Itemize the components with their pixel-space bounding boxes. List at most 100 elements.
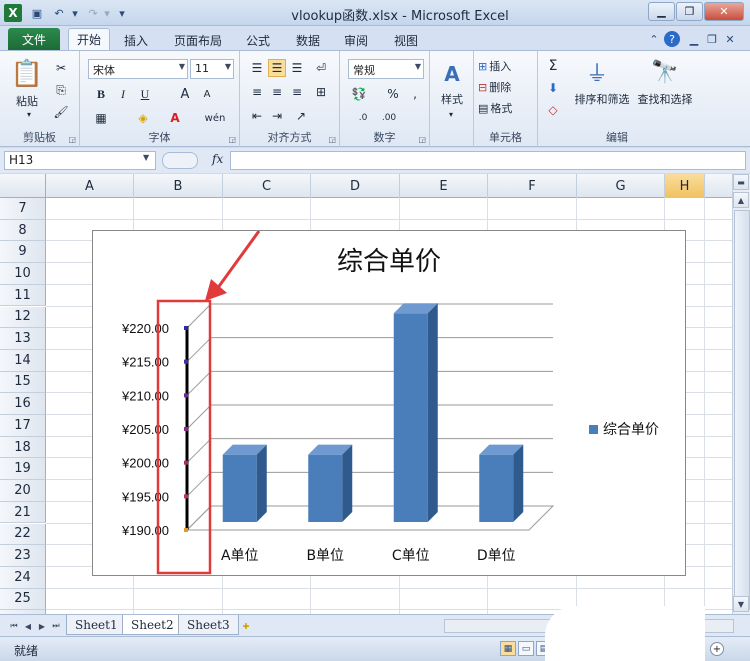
align-bottom-icon[interactable]: ☰ xyxy=(288,59,306,77)
font-name-combo[interactable]: 宋体 ▼ xyxy=(88,59,188,79)
tab-review[interactable]: 审阅 xyxy=(336,30,376,50)
paste-dropdown-icon[interactable]: ▾ xyxy=(24,109,34,119)
insert-cells-button[interactable]: ⊞ 插入 xyxy=(478,57,534,75)
sheet-tab-sheet2[interactable]: Sheet2 xyxy=(122,615,183,635)
format-cells-button[interactable]: ▤ 格式 xyxy=(478,99,534,117)
column-header-f[interactable]: F xyxy=(488,174,577,198)
row-header-22[interactable]: 22 xyxy=(0,523,46,546)
vertical-scroll-thumb[interactable] xyxy=(734,210,750,610)
insert-sheet-icon[interactable]: ✚ xyxy=(238,619,254,633)
clear-icon[interactable]: ◇ xyxy=(544,101,562,119)
font-launcher-icon[interactable]: ◲ xyxy=(228,135,236,144)
column-header-b[interactable]: B xyxy=(134,174,223,198)
align-right-icon[interactable]: ≡ xyxy=(288,83,306,101)
scroll-up-icon[interactable]: ▲ xyxy=(733,192,749,208)
select-all-corner[interactable] xyxy=(0,174,46,198)
worksheet-grid[interactable]: ABCDEFGH 7 8 9 10 11 12 13 14 15 16 17 18 19 20 21 22 23… xyxy=(0,174,732,614)
name-box[interactable]: H13 xyxy=(4,151,156,170)
fill-icon[interactable]: ⬇ xyxy=(544,79,562,97)
undo-dropdown-icon[interactable]: ▾ xyxy=(70,4,80,22)
row-header-13[interactable]: 13 xyxy=(0,328,46,350)
row-header-12[interactable]: 12 xyxy=(0,306,46,329)
row-header-19[interactable]: 19 xyxy=(0,458,46,481)
row-header-23[interactable]: 23 xyxy=(0,545,46,567)
increase-decimal-icon[interactable]: .0 xyxy=(354,109,372,127)
align-left-icon[interactable]: ≡ xyxy=(248,83,266,101)
comma-button[interactable]: , xyxy=(406,85,424,103)
wrap-text-icon[interactable]: ⏎ xyxy=(312,59,330,77)
column-header-a[interactable]: A xyxy=(46,174,134,198)
decrease-decimal-icon[interactable]: .00 xyxy=(380,109,398,127)
styles-icon[interactable]: A xyxy=(438,59,466,89)
doc-close-icon[interactable]: ✕ xyxy=(722,31,738,47)
formula-splitter[interactable] xyxy=(162,152,198,169)
row-header-21[interactable]: 21 xyxy=(0,501,46,524)
sort-filter-icon[interactable]: ⏚ xyxy=(582,57,612,87)
styles-button-label[interactable]: 样式 xyxy=(432,91,472,107)
close-button[interactable]: ✕ xyxy=(704,2,744,21)
doc-restore-icon[interactable]: ❐ xyxy=(704,31,720,47)
grow-font-button[interactable]: A xyxy=(176,85,194,103)
restore-button[interactable]: ❐ xyxy=(676,2,703,21)
align-center-icon[interactable]: ≡ xyxy=(268,83,286,101)
page-layout-view-icon[interactable]: ▭ xyxy=(518,641,534,656)
row-header-25[interactable]: 25 xyxy=(0,588,46,611)
row-header-15[interactable]: 15 xyxy=(0,371,46,394)
redo-icon[interactable]: ↷ xyxy=(84,4,102,22)
delete-cells-button[interactable]: ⊟ 删除 xyxy=(478,78,534,96)
last-sheet-icon[interactable]: ⏭ xyxy=(50,619,62,633)
row-header-14[interactable]: 14 xyxy=(0,349,46,372)
underline-button[interactable]: U xyxy=(136,85,154,103)
tab-insert[interactable]: 插入 xyxy=(116,30,156,50)
scroll-down-icon[interactable]: ▼ xyxy=(733,596,749,612)
tab-home[interactable]: 开始 xyxy=(68,28,111,51)
align-top-icon[interactable]: ☰ xyxy=(248,59,266,77)
clipboard-launcher-icon[interactable]: ◲ xyxy=(68,135,76,144)
sheet-tab-sheet3[interactable]: Sheet3 xyxy=(178,615,239,635)
border-icon[interactable]: ▦ xyxy=(92,109,110,127)
row-header-24[interactable]: 24 xyxy=(0,566,46,589)
autosum-button[interactable]: Σ xyxy=(544,57,562,75)
paste-button-label[interactable]: 粘贴 xyxy=(10,93,44,109)
row-header-7[interactable]: 7 xyxy=(0,198,46,220)
binoculars-icon[interactable]: 🔭 xyxy=(650,57,680,87)
number-format-combo[interactable]: 常规 ▼ xyxy=(348,59,424,79)
sort-filter-button[interactable]: 排序和筛选 xyxy=(570,91,634,107)
copy-icon[interactable]: ⎘ xyxy=(52,81,70,99)
cut-icon[interactable]: ✂ xyxy=(52,59,70,77)
save-icon[interactable]: ▣ xyxy=(28,4,46,22)
font-size-combo[interactable]: 11 ▼ xyxy=(190,59,234,79)
doc-minimize-icon[interactable]: ▁ xyxy=(686,31,702,47)
undo-icon[interactable]: ↶ xyxy=(50,4,68,22)
percent-button[interactable]: % xyxy=(384,85,402,103)
sheet-tab-sheet1[interactable]: Sheet1 xyxy=(66,615,127,635)
prev-sheet-icon[interactable]: ◀ xyxy=(22,619,34,633)
zoom-in-button[interactable]: + xyxy=(710,642,724,656)
column-header-c[interactable]: C xyxy=(223,174,311,198)
italic-button[interactable]: I xyxy=(114,85,132,103)
column-header-e[interactable]: E xyxy=(400,174,488,198)
column-header-g[interactable]: G xyxy=(577,174,665,198)
merge-center-icon[interactable]: ⊞ xyxy=(312,83,330,101)
increase-indent-icon[interactable]: ⇥ xyxy=(268,107,286,125)
formula-input[interactable] xyxy=(230,151,746,170)
normal-view-icon[interactable]: ▦ xyxy=(500,641,516,656)
tab-page-layout[interactable]: 页面布局 xyxy=(166,30,230,50)
row-header-11[interactable]: 11 xyxy=(0,284,46,307)
orientation-icon[interactable]: ↗ xyxy=(292,107,310,125)
tab-view[interactable]: 视图 xyxy=(386,30,426,50)
redo-dropdown-icon[interactable]: ▾ xyxy=(102,4,112,22)
row-header-10[interactable]: 10 xyxy=(0,263,46,285)
chart-area[interactable]: 综合单价 ¥190.00 ¥195.00 ¥200.00 ¥205.00 ¥210.00… xyxy=(92,230,686,576)
number-launcher-icon[interactable]: ◲ xyxy=(418,135,426,144)
phonetic-button[interactable]: wén xyxy=(202,109,228,127)
next-sheet-icon[interactable]: ▶ xyxy=(36,619,48,633)
column-header-d[interactable]: D xyxy=(311,174,400,198)
excel-app-icon[interactable]: X xyxy=(4,4,22,22)
fill-color-icon[interactable]: ◈ xyxy=(134,109,152,127)
minimize-button[interactable]: ▁ xyxy=(648,2,675,21)
find-select-button[interactable]: 查找和选择 xyxy=(634,91,696,107)
row-header-20[interactable]: 20 xyxy=(0,480,46,502)
tab-data[interactable]: 数据 xyxy=(288,30,328,50)
chevron-down-icon[interactable]: ▼ xyxy=(143,153,149,162)
